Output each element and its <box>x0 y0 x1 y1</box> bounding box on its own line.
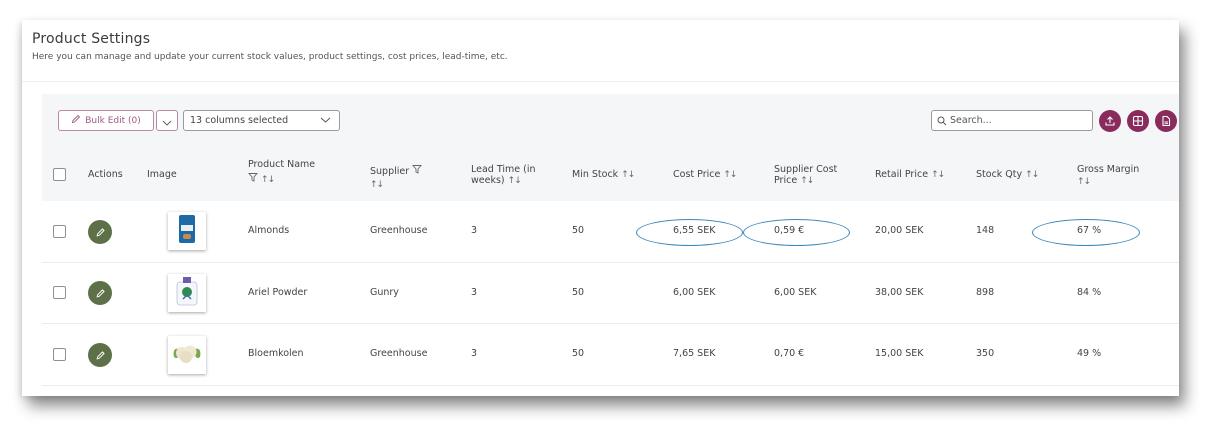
pencil-icon <box>95 346 106 365</box>
pencil-icon <box>95 284 106 303</box>
row-divider <box>42 385 1179 386</box>
bulk-edit-dropdown-button[interactable] <box>156 110 178 131</box>
cell-lead-time: 3 <box>471 348 478 359</box>
file-icon <box>1160 112 1172 131</box>
sort-icon[interactable]: ↑↓ <box>508 176 522 186</box>
page-title: Product Settings <box>32 31 151 47</box>
row-checkbox[interactable] <box>53 348 66 361</box>
table-body-area <box>42 201 1179 396</box>
header-min-stock-label: Min Stock <box>572 169 619 180</box>
header-gross-margin[interactable]: Gross Margin ↑↓ <box>1077 164 1139 188</box>
header-cost-price-label: Cost Price <box>673 169 721 180</box>
page-subtitle: Here you can manage and update your curr… <box>32 52 508 62</box>
cell-gross-margin: 67 % <box>1077 225 1102 236</box>
cell-supplier-cost-price: 6,00 SEK <box>774 287 817 298</box>
product-image <box>168 212 206 250</box>
cell-retail-price: 15,00 SEK <box>875 348 924 359</box>
cell-cost-price: 6,00 SEK <box>673 287 716 298</box>
cell-min-stock: 50 <box>572 225 585 236</box>
columns-select-value: 13 columns selected <box>190 115 289 126</box>
sort-icon[interactable]: ↑↓ <box>723 170 737 180</box>
row-checkbox[interactable] <box>53 286 66 299</box>
cauliflower-image <box>171 339 203 371</box>
header-product-name-label: Product Name <box>248 159 316 170</box>
columns-select[interactable]: 13 columns selected <box>183 110 340 131</box>
cell-retail-price: 38,00 SEK <box>875 287 924 298</box>
pencil-icon <box>71 114 81 127</box>
header-product-name[interactable]: Product Name ↑↓ <box>248 159 315 186</box>
header-cost-price[interactable]: Cost Price ↑↓ <box>673 169 737 181</box>
search-icon <box>937 111 947 130</box>
cell-supplier: Gunry <box>370 287 399 298</box>
cell-retail-price: 20,00 SEK <box>875 225 924 236</box>
search-input[interactable] <box>950 115 1080 126</box>
chevron-down-icon <box>320 115 331 126</box>
edit-row-button[interactable] <box>88 281 112 305</box>
cell-lead-time: 3 <box>471 225 478 236</box>
cell-supplier: Greenhouse <box>370 225 428 236</box>
export-button[interactable] <box>1099 110 1121 132</box>
cell-product-name: Ariel Powder <box>248 287 308 298</box>
almonds-bag-image <box>178 214 196 248</box>
column-layout-button[interactable] <box>1127 110 1149 132</box>
sort-icon[interactable]: ↑↓ <box>621 170 635 180</box>
header-supplier[interactable]: Supplier ↑↓ <box>370 164 423 191</box>
cell-stock-qty: 898 <box>976 287 995 298</box>
row-checkbox[interactable] <box>53 225 66 238</box>
filter-icon[interactable] <box>412 165 423 177</box>
header-divider <box>22 81 1179 82</box>
cell-supplier-cost-price: 0,59 € <box>774 225 805 236</box>
cell-gross-margin: 84 % <box>1077 287 1102 298</box>
grid-icon <box>1132 112 1144 131</box>
header-stock-qty[interactable]: Stock Qty ↑↓ <box>976 169 1039 181</box>
header-stock-qty-label: Stock Qty <box>976 169 1023 180</box>
row-divider <box>42 262 1179 263</box>
header-retail-price-label: Retail Price <box>875 169 929 180</box>
edit-row-button[interactable] <box>88 343 112 367</box>
header-image: Image <box>147 169 177 180</box>
sort-icon[interactable]: ↑↓ <box>261 175 275 185</box>
edit-row-button[interactable] <box>88 220 112 244</box>
header-min-stock[interactable]: Min Stock ↑↓ <box>572 169 635 181</box>
sort-icon[interactable]: ↑↓ <box>800 176 814 186</box>
header-supplier-label: Supplier <box>370 166 410 177</box>
sort-icon[interactable]: ↑↓ <box>1025 170 1039 180</box>
row-divider <box>42 323 1179 324</box>
cell-min-stock: 50 <box>572 348 585 359</box>
file-export-button[interactable] <box>1155 110 1177 132</box>
header-supplier-cost-price[interactable]: Supplier Cost Price ↑↓ <box>774 164 856 187</box>
product-settings-card: Product Settings Here you can manage and… <box>22 20 1179 396</box>
cell-gross-margin: 49 % <box>1077 348 1102 359</box>
sort-icon[interactable]: ↑↓ <box>1077 177 1091 187</box>
bulk-edit-button[interactable]: Bulk Edit (0) <box>58 110 154 131</box>
cell-stock-qty: 350 <box>976 348 995 359</box>
header-actions: Actions <box>88 169 123 180</box>
header-retail-price[interactable]: Retail Price ↑↓ <box>875 169 945 181</box>
cell-product-name: Bloemkolen <box>248 348 304 359</box>
pencil-icon <box>95 223 106 242</box>
header-lead-time-label: Lead Time (in weeks) <box>471 164 536 186</box>
export-icon <box>1104 112 1116 131</box>
select-all-checkbox[interactable] <box>53 168 66 181</box>
product-image <box>168 274 206 312</box>
bulk-edit-label: Bulk Edit (0) <box>85 115 141 126</box>
cell-cost-price: 6,55 SEK <box>673 225 716 236</box>
detergent-bottle-image <box>174 276 200 310</box>
chevron-down-icon <box>162 111 172 130</box>
cell-cost-price: 7,65 SEK <box>673 348 716 359</box>
filter-icon[interactable] <box>248 173 258 185</box>
header-gross-margin-label: Gross Margin <box>1077 164 1140 175</box>
cell-min-stock: 50 <box>572 287 585 298</box>
header-lead-time[interactable]: Lead Time (in weeks) ↑↓ <box>471 164 553 187</box>
cell-lead-time: 3 <box>471 287 478 298</box>
cell-supplier: Greenhouse <box>370 348 428 359</box>
search-field[interactable] <box>931 110 1093 131</box>
product-image <box>168 336 206 374</box>
sort-icon[interactable]: ↑↓ <box>931 170 945 180</box>
cell-stock-qty: 148 <box>976 225 995 236</box>
cell-product-name: Almonds <box>248 225 290 236</box>
cell-supplier-cost-price: 0,70 € <box>774 348 805 359</box>
sort-icon[interactable]: ↑↓ <box>370 180 384 190</box>
